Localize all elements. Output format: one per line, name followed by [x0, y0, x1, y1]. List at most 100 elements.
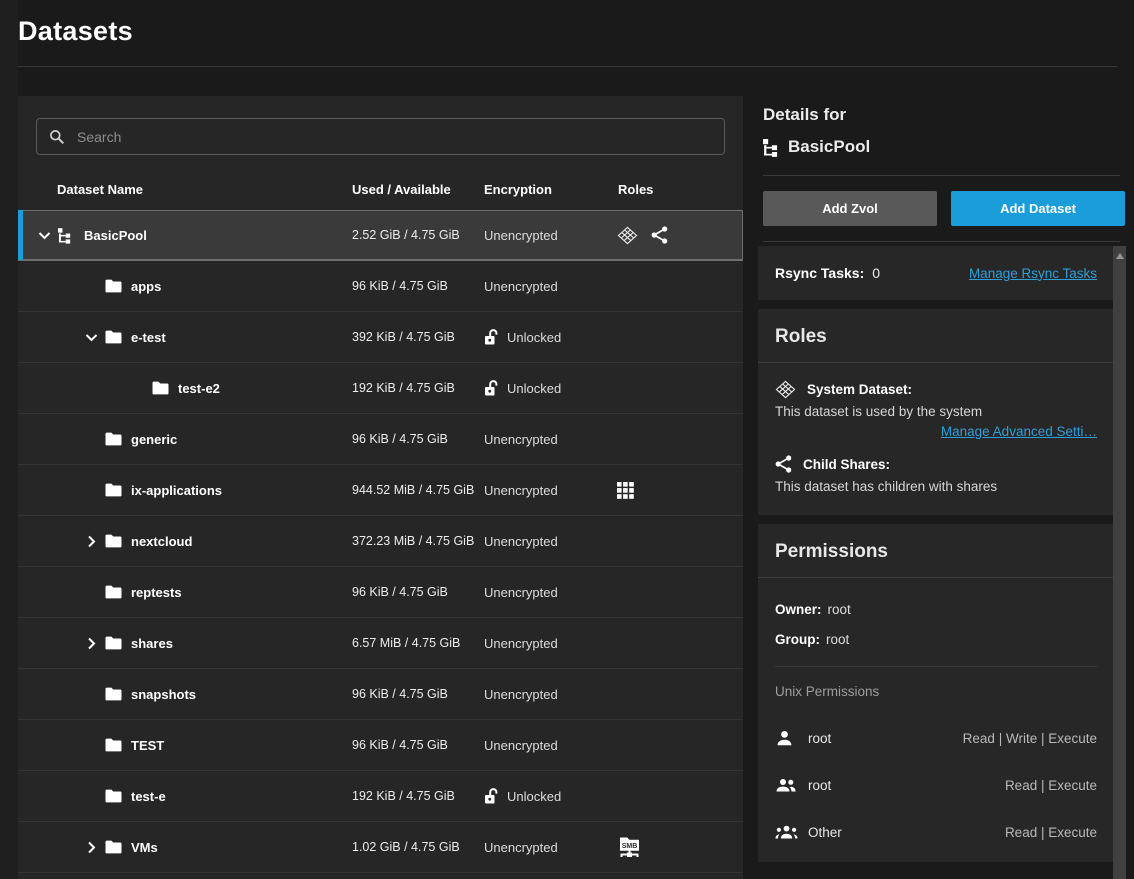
- roles-heading: Roles: [775, 324, 1097, 350]
- dataset-name: apps: [131, 279, 161, 294]
- table-row[interactable]: VMs 1.02 GiB / 4.75 GiBUnencrypted SMB: [18, 822, 743, 873]
- encryption-cell: Unencrypted: [484, 483, 610, 498]
- search-box[interactable]: [36, 118, 725, 155]
- encryption-cell: Unencrypted: [484, 228, 610, 243]
- child-shares-icon: [651, 226, 668, 244]
- used-available-cell: 96 KiB / 4.75 GiB: [352, 682, 484, 706]
- dataset-name: nextcloud: [131, 534, 192, 549]
- details-scroll-area: Rsync Tasks: 0 Manage Rsync Tasks Roles …: [758, 246, 1126, 879]
- column-header-encryption[interactable]: Encryption: [484, 182, 610, 197]
- system-dataset-icon: [775, 380, 796, 399]
- permissions-inset-divider: [775, 666, 1097, 667]
- used-available-cell: 944.52 MiB / 4.75 GiB: [352, 478, 484, 502]
- folder-icon: [105, 738, 124, 752]
- dataset-name: e-test: [131, 330, 166, 345]
- scroll-up-arrow-icon[interactable]: [1116, 253, 1124, 259]
- chevron-down-icon[interactable]: [81, 333, 101, 342]
- manage-advanced-settings-link[interactable]: Manage Advanced Setti…: [941, 424, 1097, 439]
- chevron-right-icon[interactable]: [81, 841, 101, 854]
- details-heading: Details for: [763, 104, 1126, 126]
- encryption-state: Unencrypted: [484, 483, 558, 498]
- add-dataset-button[interactable]: Add Dataset: [951, 191, 1125, 226]
- encryption-cell: Unencrypted: [484, 636, 610, 651]
- chevron-right-icon[interactable]: [81, 535, 101, 548]
- used-available-cell: 1.02 GiB / 4.75 GiB: [352, 835, 484, 859]
- page-title: Datasets: [18, 16, 133, 47]
- roles-cell: SMB: [610, 836, 743, 859]
- encryption-cell: Unencrypted: [484, 840, 610, 855]
- encryption-state: Unlocked: [507, 330, 561, 345]
- column-header-used-available[interactable]: Used / Available: [352, 182, 484, 197]
- encryption-state: Unlocked: [507, 381, 561, 396]
- used-available-cell: 96 KiB / 4.75 GiB: [352, 427, 484, 451]
- encryption-cell: Unencrypted: [484, 738, 610, 753]
- dataset-name: generic: [131, 432, 177, 447]
- table-row[interactable]: TEST96 KiB / 4.75 GiBUnencrypted: [18, 720, 743, 771]
- table-row[interactable]: test-e192 KiB / 4.75 GiBUnlocked: [18, 771, 743, 822]
- roles-cell: [610, 226, 743, 245]
- dataset-name: VMs: [131, 840, 158, 855]
- chevron-down-icon[interactable]: [34, 231, 54, 240]
- encryption-cell: Unencrypted: [484, 585, 610, 600]
- manage-rsync-tasks-link[interactable]: Manage Rsync Tasks: [969, 266, 1097, 281]
- details-divider: [763, 241, 1120, 242]
- details-actions: Add Zvol Add Dataset: [763, 191, 1126, 226]
- unix-permission-row: OtherRead | Execute: [775, 822, 1097, 842]
- system-dataset-label: System Dataset:: [807, 382, 912, 397]
- dataset-name-cell: reptests: [18, 585, 352, 600]
- svg-text:SMB: SMB: [622, 842, 638, 849]
- table-row[interactable]: reptests96 KiB / 4.75 GiBUnencrypted: [18, 567, 743, 618]
- groups-icon: [775, 824, 808, 840]
- folder-icon: [105, 279, 124, 293]
- group-label: Group:: [775, 632, 820, 650]
- column-header-dataset-name[interactable]: Dataset Name: [18, 182, 352, 197]
- roles-cell: [610, 482, 743, 499]
- details-scrollbar[interactable]: [1113, 246, 1126, 879]
- folder-icon: [105, 432, 124, 446]
- unix-permissions-label: Unix Permissions: [775, 684, 1097, 702]
- encryption-cell: Unlocked: [484, 328, 610, 346]
- dataset-root-icon: [763, 138, 778, 157]
- folder-icon: [105, 330, 124, 344]
- encryption-state: Unencrypted: [484, 228, 558, 243]
- encryption-cell: Unencrypted: [484, 534, 610, 549]
- used-available-cell: 192 KiB / 4.75 GiB: [352, 784, 484, 808]
- table-row[interactable]: shares6.57 MiB / 4.75 GiBUnencrypted: [18, 618, 743, 669]
- used-available-cell: 192 KiB / 4.75 GiB: [352, 376, 484, 400]
- search-icon: [49, 129, 65, 145]
- dataset-name-cell: BasicPool: [18, 227, 352, 244]
- table-row[interactable]: BasicPool2.52 GiB / 4.75 GiBUnencrypted: [18, 210, 743, 261]
- permission-subject: root: [808, 778, 831, 793]
- person-icon: [775, 729, 808, 748]
- dataset-name-cell: snapshots: [18, 687, 352, 702]
- table-row[interactable]: apps96 KiB / 4.75 GiBUnencrypted: [18, 261, 743, 312]
- datasets-table-card: Dataset Name Used / Available Encryption…: [18, 96, 743, 879]
- column-header-roles[interactable]: Roles: [610, 182, 743, 197]
- table-row[interactable]: test-e2192 KiB / 4.75 GiBUnlocked: [18, 363, 743, 414]
- rsync-tasks: Rsync Tasks: 0: [775, 265, 880, 281]
- table-row[interactable]: nextcloud372.23 MiB / 4.75 GiBUnencrypte…: [18, 516, 743, 567]
- permissions-heading: Permissions: [775, 539, 1097, 565]
- owner-label: Owner:: [775, 602, 822, 620]
- table-row[interactable]: snapshots96 KiB / 4.75 GiBUnencrypted: [18, 669, 743, 720]
- dataset-name-cell: nextcloud: [18, 534, 352, 549]
- search-input[interactable]: [75, 128, 712, 146]
- table-header: Dataset Name Used / Available Encryption…: [18, 168, 743, 210]
- add-zvol-button[interactable]: Add Zvol: [763, 191, 937, 226]
- child-shares-description: This dataset has children with shares: [775, 479, 1097, 495]
- table-row[interactable]: generic96 KiB / 4.75 GiBUnencrypted: [18, 414, 743, 465]
- table-row[interactable]: e-test 392 KiB / 4.75 GiB Unlocked: [18, 312, 743, 363]
- smb-share-icon: SMB: [617, 836, 642, 859]
- used-available-cell: 392 KiB / 4.75 GiB: [352, 325, 484, 349]
- folder-icon: [105, 687, 124, 701]
- table-row[interactable]: ix-applications944.52 MiB / 4.75 GiBUnen…: [18, 465, 743, 516]
- encryption-cell: Unencrypted: [484, 687, 610, 702]
- folder-icon: [152, 381, 171, 395]
- dataset-name-cell: shares: [18, 636, 352, 651]
- encryption-state: Unencrypted: [484, 687, 558, 702]
- permission-values: Read | Execute: [1005, 778, 1097, 793]
- used-available-cell: 96 KiB / 4.75 GiB: [352, 733, 484, 757]
- group-value: root: [826, 632, 849, 650]
- chevron-right-icon[interactable]: [81, 637, 101, 650]
- folder-icon: [105, 636, 124, 650]
